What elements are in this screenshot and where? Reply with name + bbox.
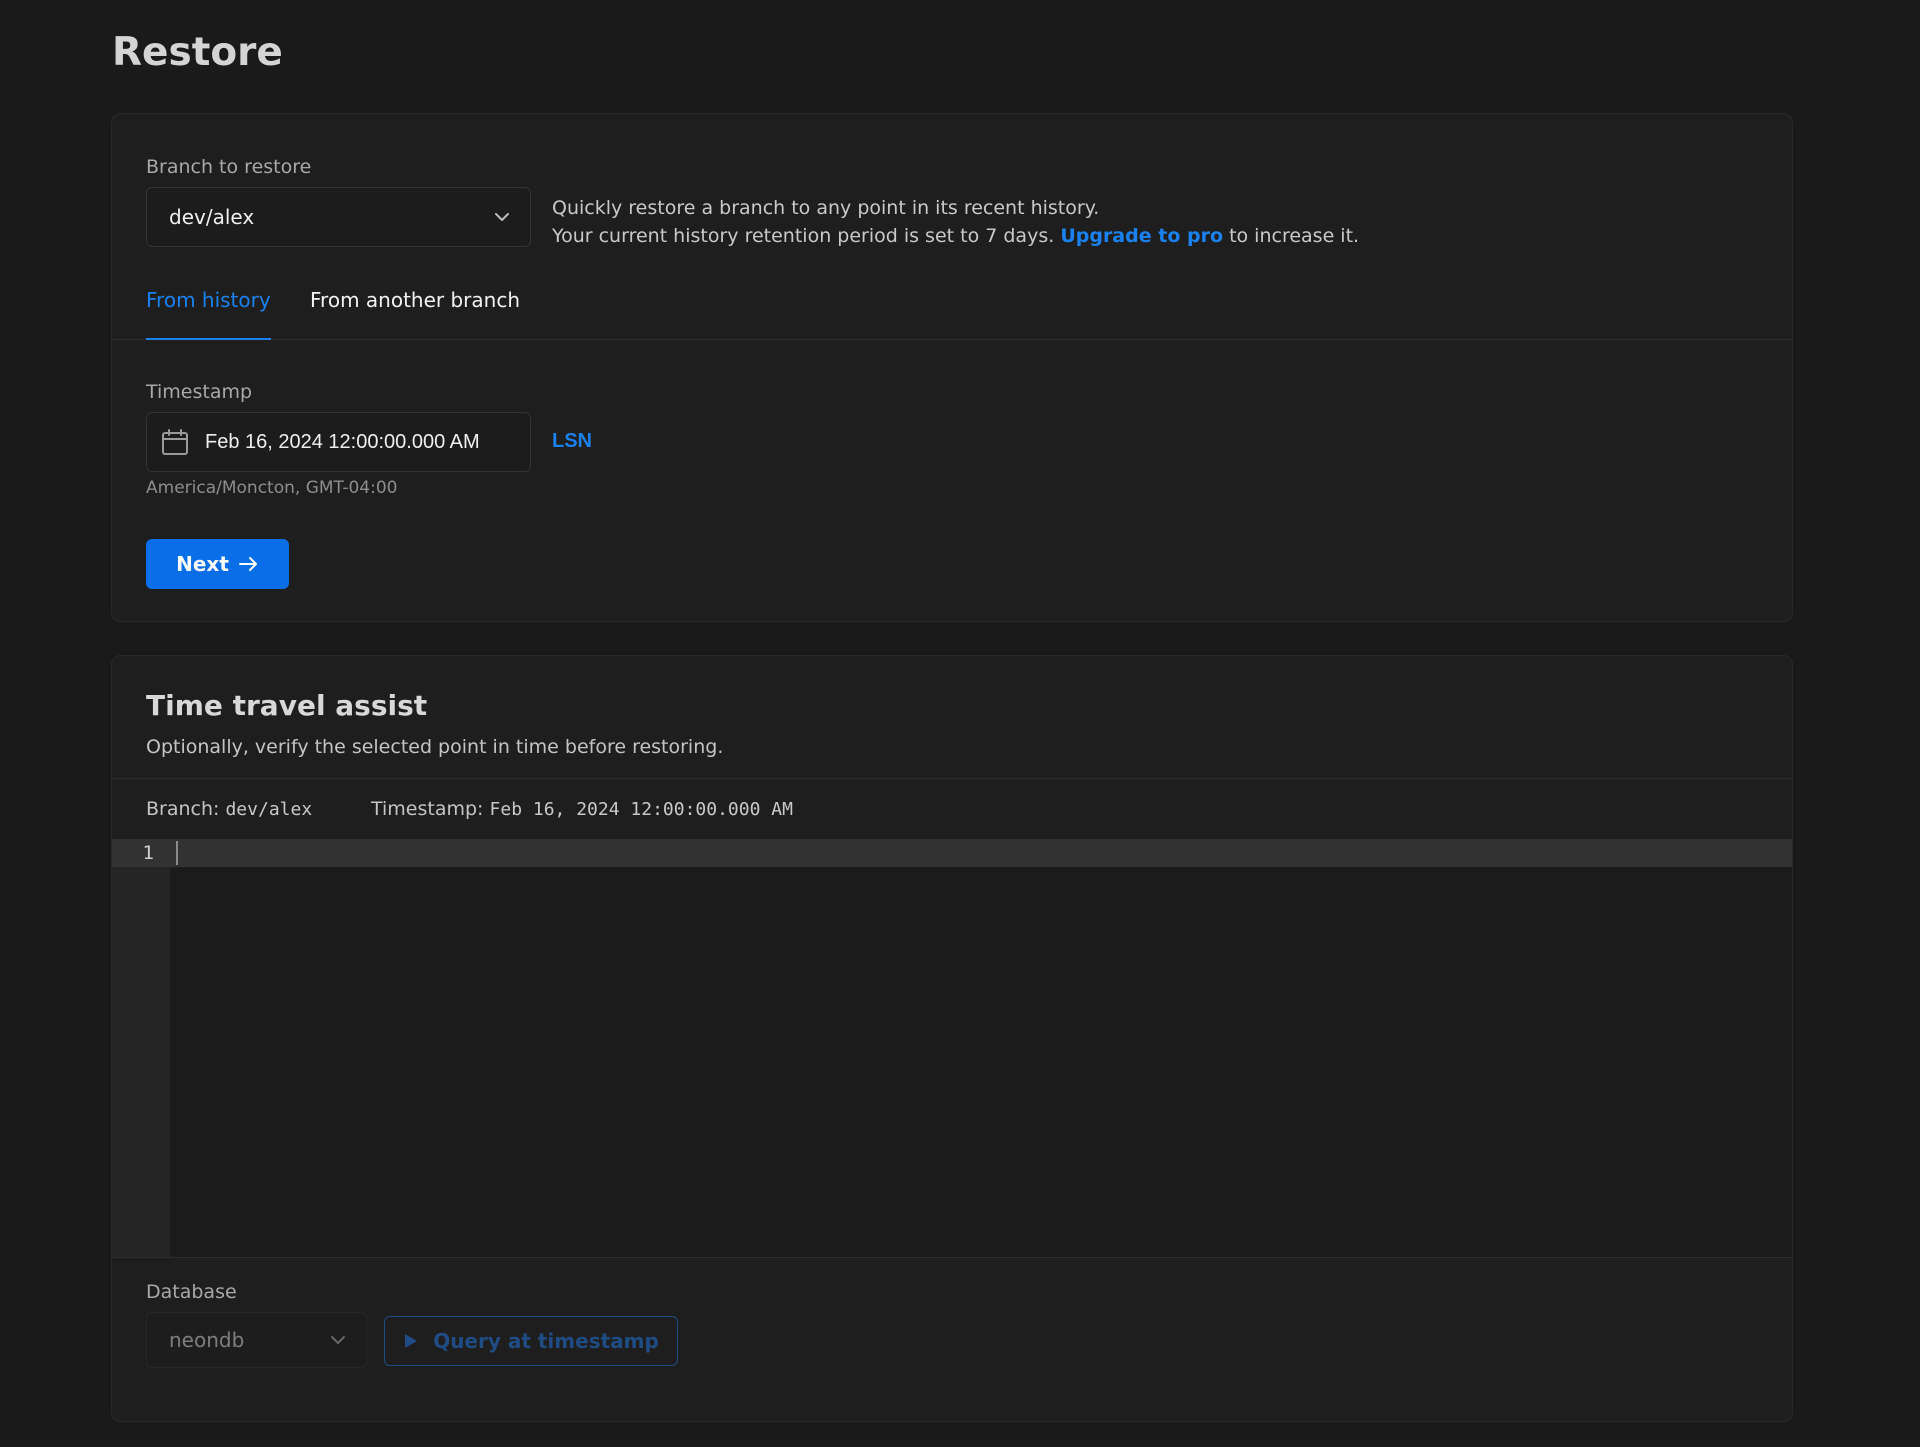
database-select[interactable]: neondb [146,1312,367,1368]
query-at-timestamp-button[interactable]: Query at timestamp [384,1316,678,1366]
assist-branch-label: Branch: [146,798,220,820]
timestamp-label: Timestamp [146,381,253,403]
database-select-value: neondb [169,1328,245,1352]
tab-from-another-branch[interactable]: From another branch [310,282,520,340]
editor-gutter [112,839,170,1257]
assist-timestamp-value: Feb 16, 2024 12:00:00.000 AM [489,799,793,820]
restore-help-text: Quickly restore a branch to any point in… [552,194,1359,250]
timezone-text: America/Moncton, GMT-04:00 [146,478,398,498]
assist-branch-value: dev/alex [225,799,313,820]
time-travel-assist-card: Time travel assist Optionally, verify th… [111,655,1793,1422]
next-button[interactable]: Next [146,539,289,589]
calendar-icon [162,429,188,455]
restore-card: Branch to restore dev/alex Quickly resto… [111,113,1793,622]
assist-timestamp-label: Timestamp: [371,798,484,820]
timestamp-input[interactable]: Feb 16, 2024 12:00:00.000 AM [146,412,531,472]
help-line-2: Your current history retention period is… [552,222,1359,250]
timestamp-value: Feb 16, 2024 12:00:00.000 AM [205,430,480,453]
assist-branch-meta: Branch: dev/alex [146,798,312,820]
query-button-label: Query at timestamp [433,1329,659,1353]
help-line-2-prefix: Your current history retention period is… [552,225,1055,247]
page-title: Restore [112,30,283,75]
help-line-2-suffix: to increase it. [1229,225,1360,247]
help-line-1: Quickly restore a branch to any point in… [552,197,1100,219]
restore-tabs: From history From another branch [112,282,1792,340]
assist-timestamp-meta: Timestamp: Feb 16, 2024 12:00:00.000 AM [371,798,793,820]
chevron-down-icon [495,213,509,221]
lsn-link[interactable]: LSN [552,430,592,453]
next-button-label: Next [176,552,229,576]
branch-select-value: dev/alex [169,205,255,229]
assist-divider-bottom [112,1257,1792,1258]
upgrade-to-pro-link[interactable]: Upgrade to pro [1060,225,1223,247]
play-icon [405,1334,418,1348]
line-number: 1 [142,842,154,864]
editor-active-line [112,839,1792,867]
assist-subtitle: Optionally, verify the selected point in… [146,736,724,758]
assist-divider-top [112,778,1792,779]
branch-label: Branch to restore [146,156,312,178]
chevron-down-icon [331,1336,345,1344]
arrow-right-icon [238,557,257,571]
branch-select[interactable]: dev/alex [146,187,531,247]
assist-title: Time travel assist [146,689,428,722]
editor-cursor [176,841,178,865]
tab-from-history[interactable]: From history [146,282,271,340]
database-label: Database [146,1281,237,1303]
sql-editor[interactable]: 1 [112,839,1792,1257]
